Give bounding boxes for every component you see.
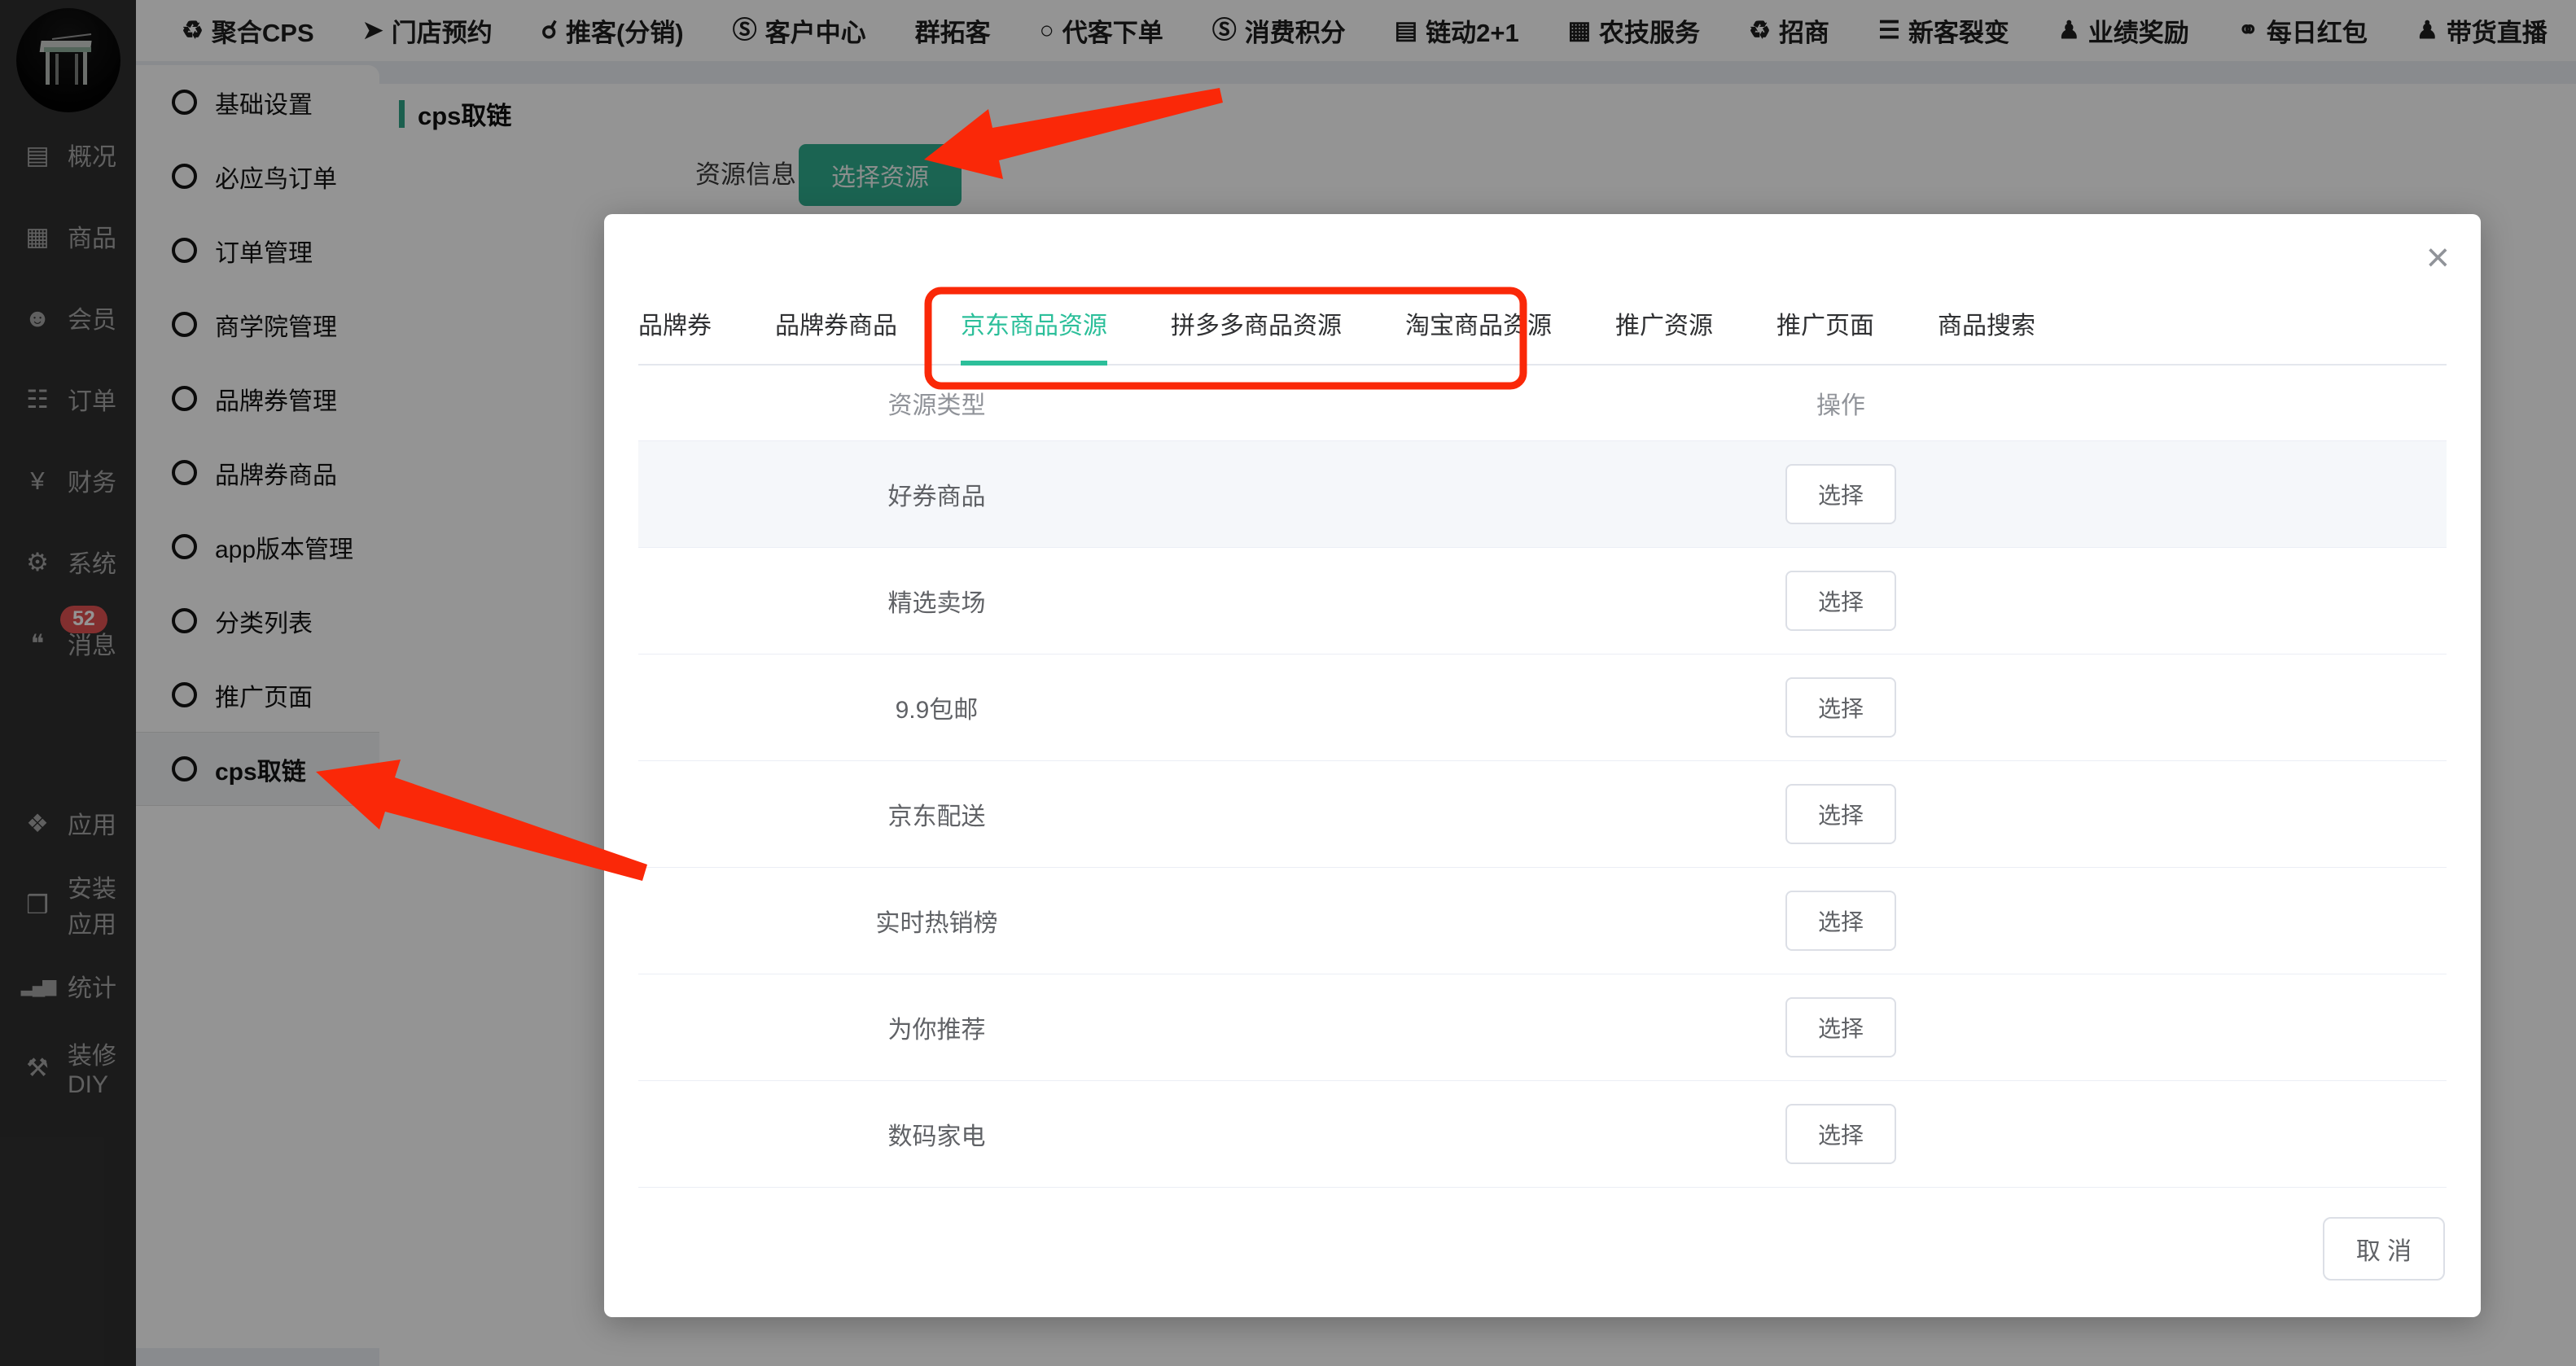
resource-tabs: 品牌券 品牌券商品 京东商品资源 拼多多商品资源 淘宝商品资源 推广资源 推广页… [638, 305, 2447, 366]
dialog-footer: 取 消 [638, 1217, 2447, 1281]
table-row: 数码家电 选择 [638, 1081, 2447, 1188]
action-cell: 选择 [1235, 571, 2447, 631]
select-button[interactable]: 选择 [1785, 891, 1896, 951]
select-button[interactable]: 选择 [1785, 997, 1896, 1057]
resource-type-cell: 为你推荐 [887, 1017, 986, 1044]
select-button[interactable]: 选择 [1785, 677, 1896, 738]
table-row: 9.9包邮 选择 [638, 655, 2447, 761]
table-row: 为你推荐 选择 [638, 974, 2447, 1081]
resource-type-cell: 9.9包邮 [895, 697, 979, 724]
table-row: 实时热销榜 选择 [638, 868, 2447, 974]
select-button[interactable]: 选择 [1785, 464, 1896, 524]
tab-promo-resources[interactable]: 推广资源 [1615, 305, 1713, 364]
tab-brand-coupon-products[interactable]: 品牌券商品 [775, 305, 897, 364]
tab-brand-coupon[interactable]: 品牌券 [638, 305, 712, 364]
select-button[interactable]: 选择 [1785, 571, 1896, 631]
resource-type-cell: 实时热销榜 [875, 910, 998, 937]
tab-jd-resources[interactable]: 京东商品资源 [961, 305, 1107, 366]
resource-select-dialog: × 品牌券 品牌券商品 京东商品资源 拼多多商品资源 淘宝商品资源 推广资源 推… [604, 214, 2481, 1317]
tab-pdd-resources[interactable]: 拼多多商品资源 [1171, 305, 1342, 364]
app-root: { "topnav": { "items": [ {"icon":"recycl… [0, 0, 2576, 1366]
close-icon[interactable]: × [2426, 237, 2450, 278]
resource-type-cell: 好券商品 [887, 484, 986, 510]
action-cell: 选择 [1235, 784, 2447, 844]
column-header-resource-type: 资源类型 [887, 392, 986, 419]
resource-type-cell: 数码家电 [887, 1123, 986, 1150]
table-header: 资源类型 操作 [638, 366, 2447, 441]
table-row: 京东配送 选择 [638, 761, 2447, 868]
column-header-action: 操作 [1816, 392, 1865, 419]
select-button[interactable]: 选择 [1785, 1104, 1896, 1164]
resource-type-cell: 京东配送 [887, 803, 986, 830]
action-cell: 选择 [1235, 997, 2447, 1057]
action-cell: 选择 [1235, 464, 2447, 524]
resource-type-cell: 精选卖场 [887, 590, 986, 617]
cancel-button[interactable]: 取 消 [2323, 1217, 2445, 1281]
tab-promo-pages[interactable]: 推广页面 [1776, 305, 1874, 364]
select-button[interactable]: 选择 [1785, 784, 1896, 844]
table-row: 好券商品 选择 [638, 441, 2447, 548]
action-cell: 选择 [1235, 1104, 2447, 1164]
action-cell: 选择 [1235, 891, 2447, 951]
table-row: 精选卖场 选择 [638, 548, 2447, 655]
action-cell: 选择 [1235, 677, 2447, 738]
tab-taobao-resources[interactable]: 淘宝商品资源 [1405, 305, 1552, 364]
tab-product-search[interactable]: 商品搜索 [1938, 305, 2035, 364]
